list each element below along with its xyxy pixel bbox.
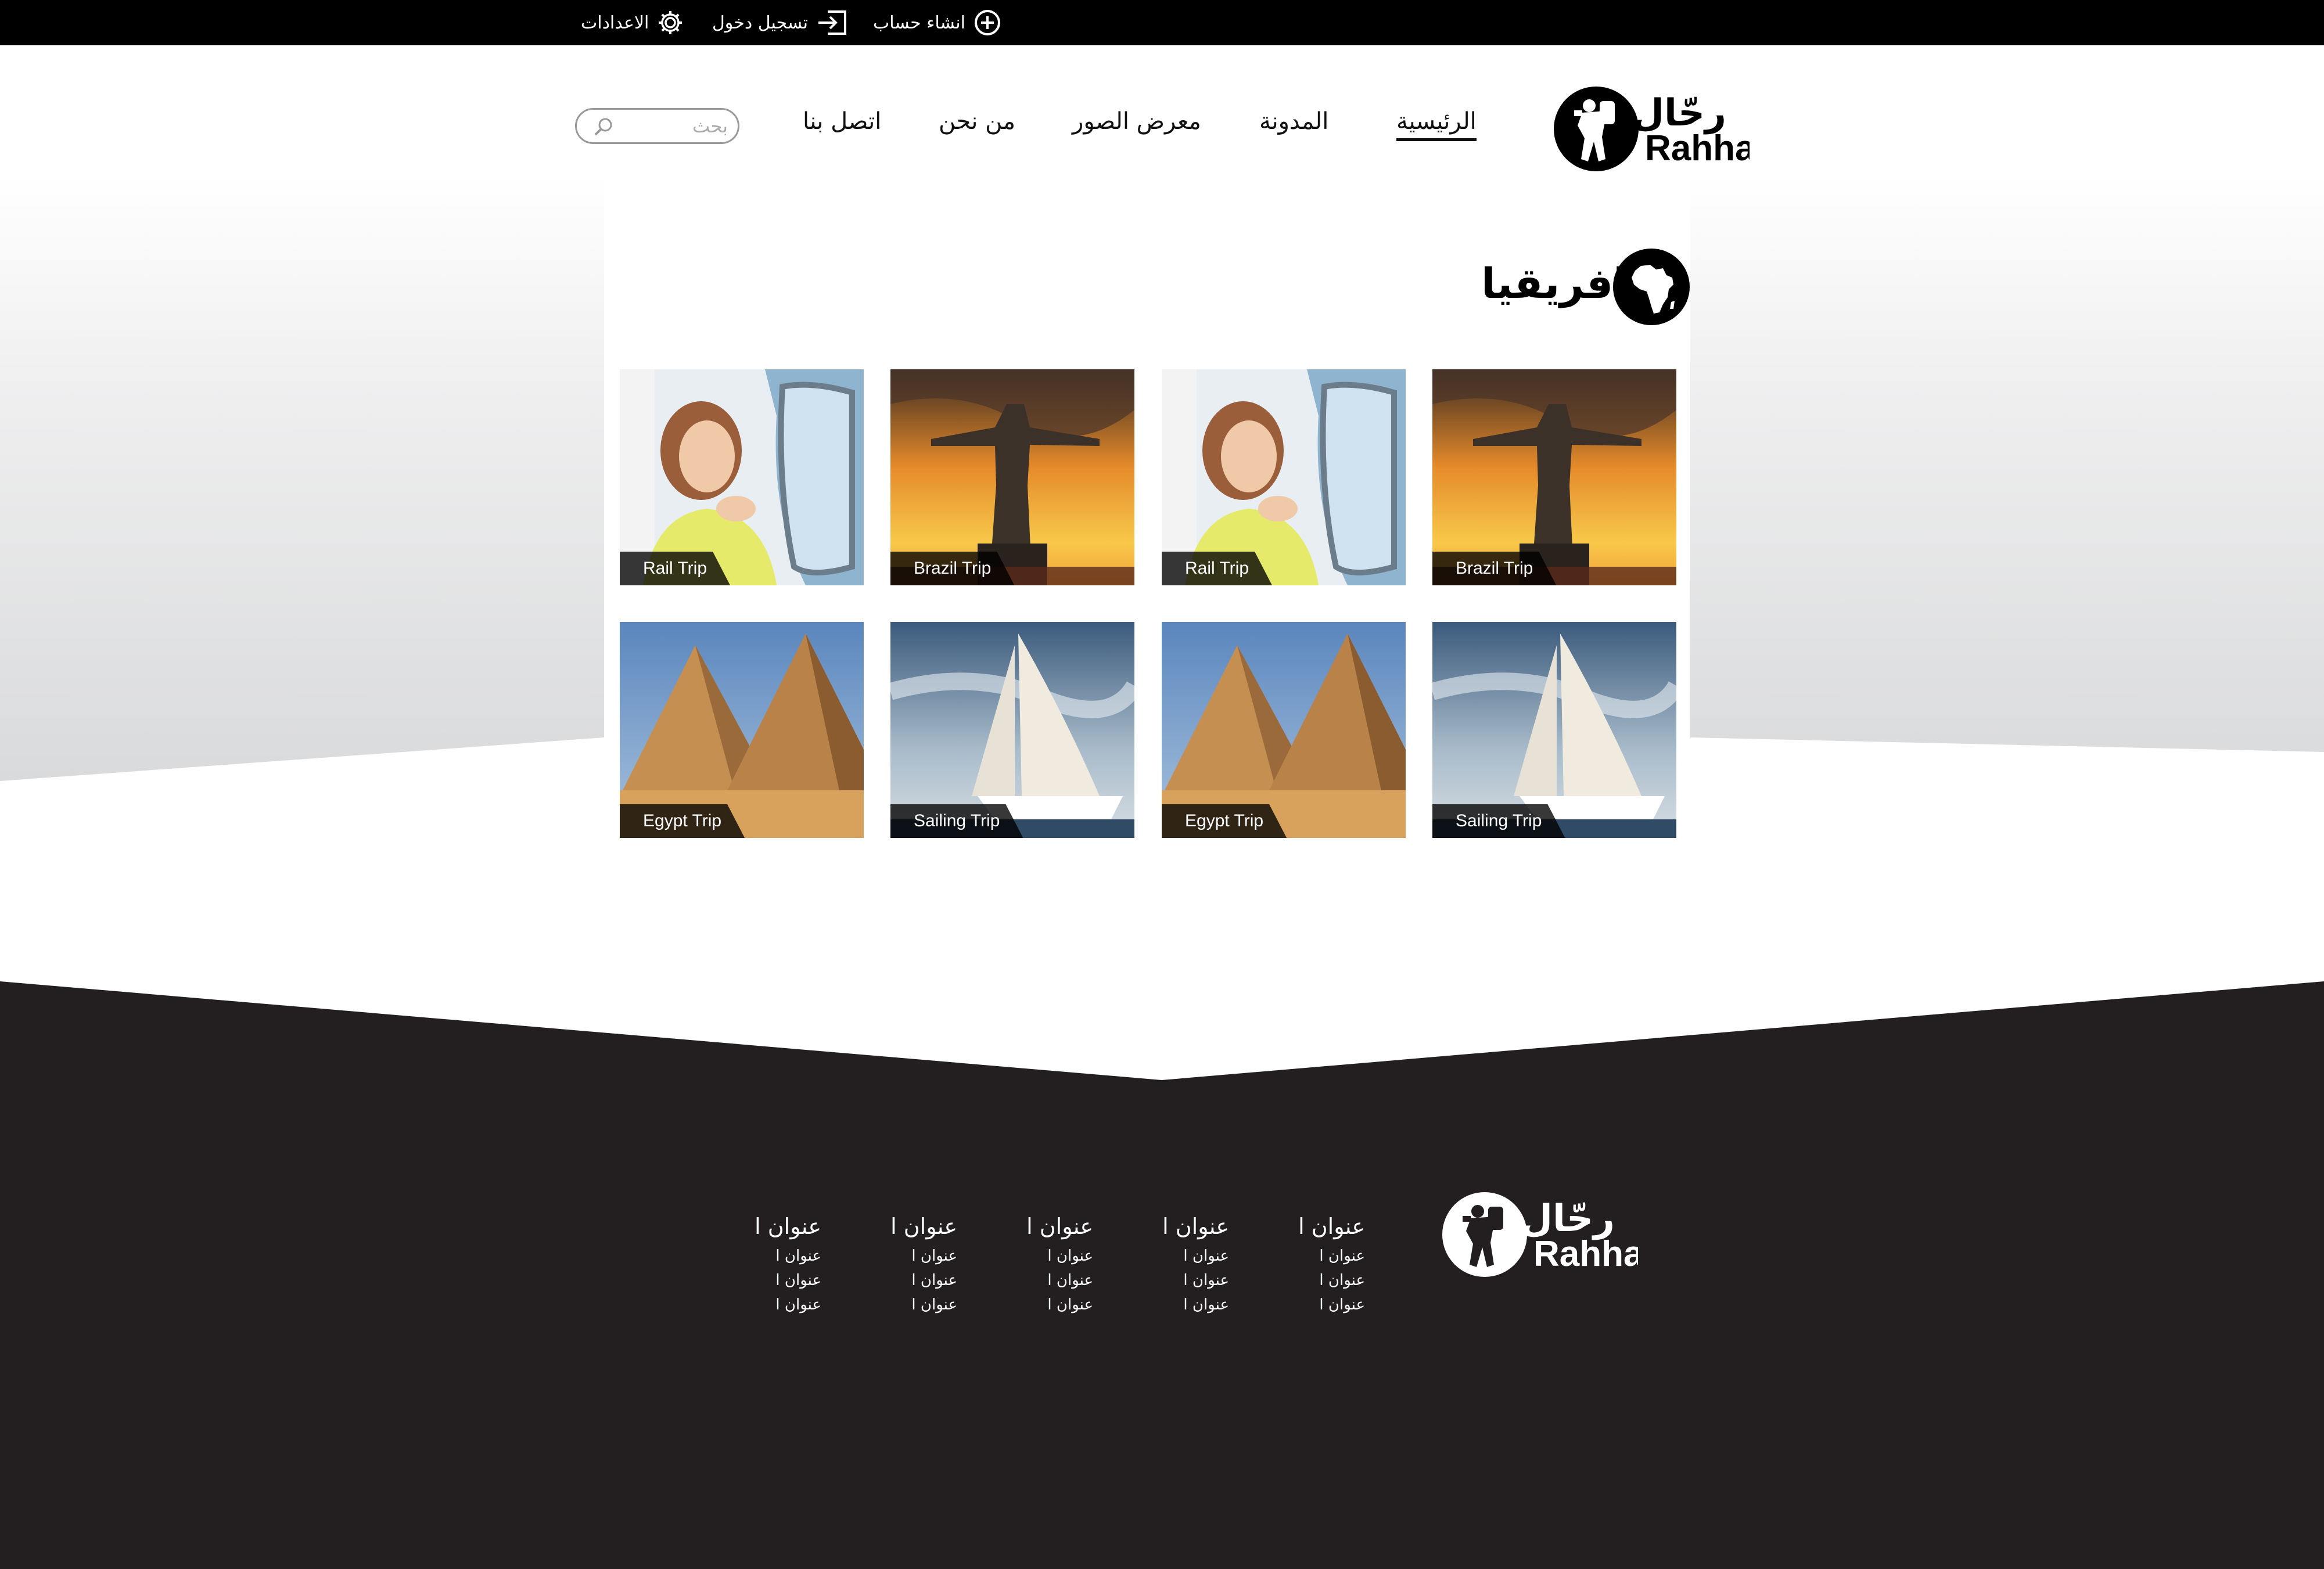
- card-caption: Sailing Trip: [1432, 804, 1565, 838]
- footer-column-heading: عنوان ا: [1026, 1214, 1093, 1239]
- footer-column-heading: عنوان ا: [1298, 1214, 1365, 1239]
- logo-latin: Rahhal: [1645, 128, 1750, 168]
- footer-link[interactable]: عنوان ا: [977, 1293, 1093, 1317]
- footer-link[interactable]: عنوان ا: [1249, 1293, 1365, 1317]
- card-caption: Egypt Trip: [1162, 804, 1287, 838]
- footer-link[interactable]: عنوان ا: [841, 1244, 957, 1268]
- footer-link[interactable]: عنوان ا: [977, 1268, 1093, 1293]
- footer-link[interactable]: عنوان ا: [705, 1244, 821, 1268]
- footer-column: عنوان ا عنوان ا عنوان ا عنوان ا: [705, 1214, 821, 1317]
- card-caption: Sailing Trip: [890, 804, 1023, 838]
- card-caption: Rail Trip: [1162, 552, 1272, 585]
- login-icon: [818, 10, 846, 35]
- gallery-card[interactable]: Egypt Trip: [1162, 622, 1406, 838]
- footer-link[interactable]: عنوان ا: [1113, 1244, 1229, 1268]
- footer-column: عنوان ا عنوان ا عنوان ا عنوان ا: [1249, 1214, 1365, 1317]
- nav-gallery[interactable]: معرض الصور: [1072, 108, 1201, 135]
- footer-link[interactable]: عنوان ا: [705, 1293, 821, 1317]
- nav-blog[interactable]: المدونة: [1259, 108, 1328, 135]
- africa-icon: [1613, 249, 1690, 325]
- footer-link[interactable]: عنوان ا: [1113, 1268, 1229, 1293]
- card-caption: Brazil Trip: [890, 552, 1014, 585]
- login-label: تسجيل دخول: [712, 12, 808, 33]
- create-account-link[interactable]: انشاء حساب: [873, 8, 1001, 37]
- footer-column: عنوان ا عنوان ا عنوان ا عنوان ا: [977, 1214, 1093, 1317]
- nav-home[interactable]: الرئيسية: [1396, 108, 1477, 141]
- footer-link[interactable]: عنوان ا: [977, 1244, 1093, 1268]
- gallery-card[interactable]: Egypt Trip: [620, 622, 864, 838]
- search-input[interactable]: [617, 115, 728, 137]
- gallery-card[interactable]: Sailing Trip: [1432, 622, 1676, 838]
- footer-column-heading: عنوان ا: [1162, 1214, 1229, 1239]
- footer-link[interactable]: عنوان ا: [1249, 1268, 1365, 1293]
- footer-logo[interactable]: رحّال Rahhal: [1441, 1190, 1654, 1277]
- footer-link[interactable]: عنوان ا: [1249, 1244, 1365, 1268]
- footer-link[interactable]: عنوان ا: [1113, 1293, 1229, 1317]
- footer-link[interactable]: عنوان ا: [705, 1268, 821, 1293]
- card-caption: Egypt Trip: [620, 804, 745, 838]
- gallery-card[interactable]: Brazil Trip: [890, 369, 1134, 585]
- card-caption: Brazil Trip: [1432, 552, 1556, 585]
- footer-column: عنوان ا عنوان ا عنوان ا عنوان ا: [841, 1214, 957, 1317]
- settings-link[interactable]: الاعدادات: [581, 8, 684, 37]
- settings-label: الاعدادات: [581, 12, 649, 33]
- search-icon[interactable]: [592, 116, 615, 139]
- footer-column-heading: عنوان ا: [755, 1214, 821, 1239]
- gallery-card[interactable]: Sailing Trip: [890, 622, 1134, 838]
- footer-logo-latin: Rahhal: [1533, 1234, 1638, 1274]
- card-caption: Rail Trip: [620, 552, 730, 585]
- footer-column: عنوان ا عنوان ا عنوان ا عنوان ا: [1113, 1214, 1229, 1317]
- nav-about[interactable]: من نحن: [939, 108, 1015, 135]
- site-logo[interactable]: رحّال Rahhal: [1552, 85, 1765, 172]
- footer-link[interactable]: عنوان ا: [841, 1268, 957, 1293]
- search-box: [575, 108, 739, 144]
- section-title: افريقيا: [1481, 259, 1628, 308]
- login-link[interactable]: تسجيل دخول: [712, 8, 849, 37]
- gallery-card[interactable]: Rail Trip: [1162, 369, 1406, 585]
- gallery-card[interactable]: Rail Trip: [620, 369, 864, 585]
- create-account-label: انشاء حساب: [873, 12, 965, 33]
- plus-circle-icon: [974, 10, 1000, 35]
- top-bar: انشاء حساب تسجيل دخول الاعدادات: [0, 0, 2324, 45]
- footer-link[interactable]: عنوان ا: [841, 1293, 957, 1317]
- gear-icon: [659, 11, 683, 34]
- nav-contact[interactable]: اتصل بنا: [803, 108, 881, 135]
- footer-column-heading: عنوان ا: [890, 1214, 957, 1239]
- gallery-card[interactable]: Brazil Trip: [1432, 369, 1676, 585]
